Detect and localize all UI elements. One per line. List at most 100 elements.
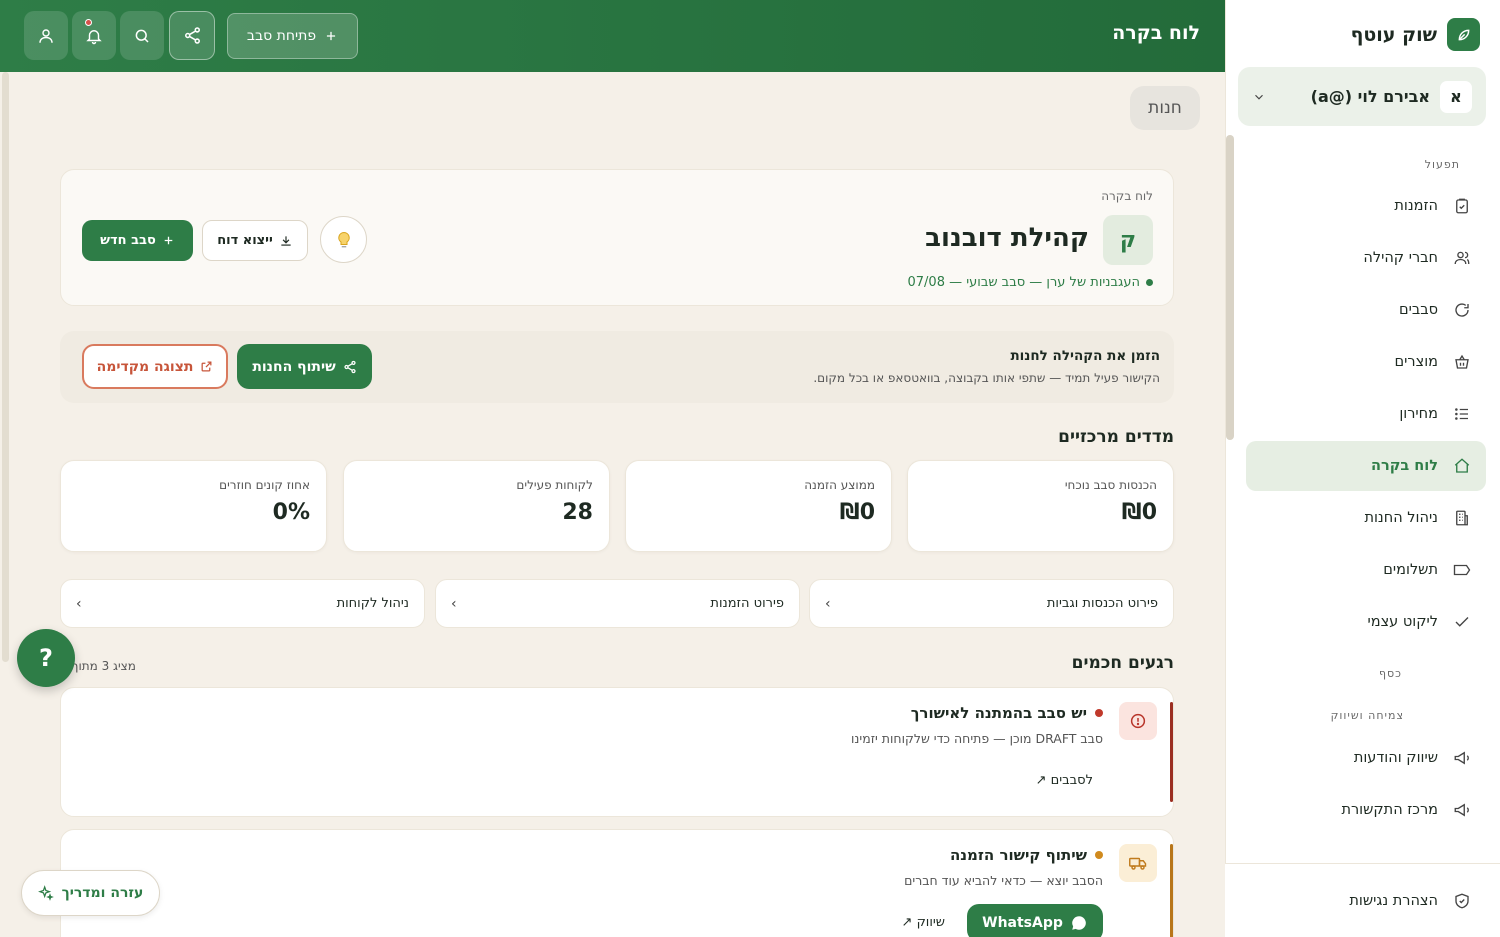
link-label: פירוט הכנסות וגביות [1046, 596, 1158, 611]
alert-circle-icon [1119, 702, 1157, 740]
metric-label: לקוחות פעילים [516, 478, 593, 492]
metric-card-current-revenue: הכנסות סבב נוכחי ₪0 [907, 460, 1174, 552]
user-switcher[interactable]: א אבירם לוי (@a) [1238, 67, 1486, 126]
sidebar-item-pricelist[interactable]: מחירון [1246, 389, 1486, 439]
nav-section-operation: תפעול [1424, 158, 1460, 171]
link-customer-management[interactable]: ניהול לקוחות › [60, 579, 425, 628]
sidebar-item-orders[interactable]: הזמנות [1246, 181, 1486, 231]
sidebar-item-store-management[interactable]: ניהול החנות [1246, 493, 1486, 543]
link-orders-breakdown[interactable]: פירוט הזמנות › [435, 579, 800, 628]
metric-value: ₪0 [1121, 500, 1157, 525]
moment-link-marketing[interactable]: שיווק ↗ [902, 915, 945, 930]
whatsapp-share-button[interactable]: WhatsApp [967, 904, 1103, 937]
new-cycle-button[interactable]: סבב חדש [82, 220, 193, 261]
store-preview-label: תצוגה מקדימה [96, 358, 194, 375]
list-icon [1452, 404, 1472, 424]
help-guide-button[interactable]: עזרה ומדריך [21, 870, 160, 916]
invite-community-card: הזמן את הקהילה לחנות הקישור פעיל תמיד — … [60, 331, 1174, 403]
metric-value: ₪0 [839, 500, 875, 525]
moment-title-text: שיתוף קישור הזמנה [949, 846, 1087, 864]
sidebar-item-products[interactable]: מוצרים [1246, 337, 1486, 387]
chevron-left-icon: › [451, 595, 457, 612]
plus-icon [162, 234, 175, 247]
chevron-left-icon: › [76, 595, 82, 612]
share-button[interactable] [169, 11, 215, 60]
search-icon [133, 27, 151, 45]
metric-value: 28 [562, 500, 593, 525]
metric-label: הכנסות סבב נוכחי [1064, 478, 1157, 492]
link-label: ניהול לקוחות [336, 596, 409, 611]
chevron-down-icon [1252, 90, 1266, 104]
share-icon [343, 360, 357, 374]
sidebar-item-label: מרכז התקשורת [1341, 802, 1438, 818]
brand-name: שוק עוטף [1350, 23, 1437, 46]
help-fab[interactable]: ? [17, 629, 75, 687]
moment-card-pending-cycle: יש סבב בהמתנה לאישורך סבב DRAFT מוכן — פ… [60, 687, 1174, 817]
whatsapp-icon [1070, 914, 1088, 932]
bell-icon [85, 27, 103, 45]
clipboard-check-icon [1452, 196, 1472, 216]
link-label: פירוט הזמנות [710, 596, 784, 611]
metric-label: ממוצע הזמנה [804, 478, 875, 492]
scrollbar-thumb[interactable] [1226, 135, 1234, 440]
store-pill[interactable]: חנות [1130, 86, 1200, 130]
sidebar-item-label: ליקוט עצמי [1367, 614, 1438, 630]
open-cycle-button[interactable]: פתיחת סבב [227, 13, 358, 59]
cycle-subtitle-text: העגבניות של ערן — סבב שבועי — 07/08 [907, 275, 1141, 290]
whatsapp-label: WhatsApp [982, 915, 1063, 931]
sidebar-item-label: ניהול החנות [1364, 510, 1438, 526]
profile-button[interactable] [24, 11, 68, 60]
tag-icon [1452, 560, 1472, 580]
share-store-label: שיתוף החנות [252, 358, 336, 375]
sidebar-item-marketing[interactable]: שיווק והודעות [1246, 733, 1486, 783]
sidebar-item-dashboard[interactable]: לוח בקרה [1246, 441, 1486, 491]
moment-link-cycles[interactable]: לסבבים ↗ [1036, 773, 1093, 788]
external-link-icon [200, 360, 213, 373]
sidebar-item-cycles[interactable]: סבבים [1246, 285, 1486, 335]
moment-description: הסבב יוצא — כדאי להביא עוד חברים [904, 873, 1103, 888]
community-avatar: ק [1103, 215, 1153, 265]
export-report-button[interactable]: ייצוא דוח [202, 220, 308, 261]
user-avatar: א [1440, 80, 1472, 113]
shield-icon [1452, 891, 1472, 911]
nav-section-money: כסף [1379, 667, 1402, 680]
brand[interactable]: שוק עוטף [1351, 18, 1480, 51]
metric-card-returning-buyers: אחוז קונים חוזרים 0% [60, 460, 327, 552]
sidebar-item-accessibility[interactable]: הצהרת נגישות [1246, 876, 1486, 926]
status-dot [1095, 851, 1103, 859]
moment-title: שיתוף קישור הזמנה [950, 846, 1103, 864]
moment-accent [1170, 844, 1173, 937]
page-title: לוח בקרה [1112, 22, 1200, 44]
metric-card-average-order: ממוצע הזמנה ₪0 [625, 460, 892, 552]
share-store-button[interactable]: שיתוף החנות [237, 344, 372, 389]
building-icon [1452, 508, 1472, 528]
user-icon [37, 27, 55, 45]
status-dot [1095, 709, 1103, 717]
sidebar-item-payments[interactable]: תשלומים [1246, 545, 1486, 595]
notifications-button[interactable] [72, 11, 116, 60]
sidebar-item-label: מוצרים [1394, 354, 1438, 370]
smart-moments-title: רגעים חכמים [1071, 653, 1174, 673]
lightbulb-icon [335, 230, 353, 250]
moment-title-text: יש סבב בהמתנה לאישורך [910, 704, 1087, 722]
tips-button[interactable] [320, 216, 367, 263]
basket-icon [1452, 352, 1472, 372]
sidebar-item-self-picking[interactable]: ליקוט עצמי [1246, 597, 1486, 647]
moment-card-share-order-link: שיתוף קישור הזמנה הסבב יוצא — כדאי להביא… [60, 829, 1174, 937]
sidebar-item-label: הזמנות [1394, 198, 1438, 214]
chevron-left-icon: › [825, 595, 831, 612]
search-button[interactable] [120, 11, 164, 60]
megaphone-icon [1452, 800, 1472, 820]
moments-count: מציג 3 מתוך [72, 659, 136, 673]
metrics-title: מדדים מרכזיים [1058, 427, 1174, 447]
help-guide-label: עזרה ומדריך [61, 885, 144, 901]
sidebar-item-label: הצהרת נגישות [1349, 893, 1438, 909]
link-revenue-breakdown[interactable]: פירוט הכנסות וגביות › [809, 579, 1174, 628]
sidebar-item-members[interactable]: חברי קהילה [1246, 233, 1486, 283]
store-preview-button[interactable]: תצוגה מקדימה [82, 344, 228, 389]
truck-icon [1119, 844, 1157, 882]
download-icon [279, 234, 293, 248]
sidebar-item-communication-center[interactable]: מרכז התקשורת [1246, 785, 1486, 835]
sidebar: שוק עוטף א אבירם לוי (@a) תפעול הזמנות ח… [1225, 0, 1500, 937]
sidebar-item-label: מחירון [1399, 406, 1438, 422]
